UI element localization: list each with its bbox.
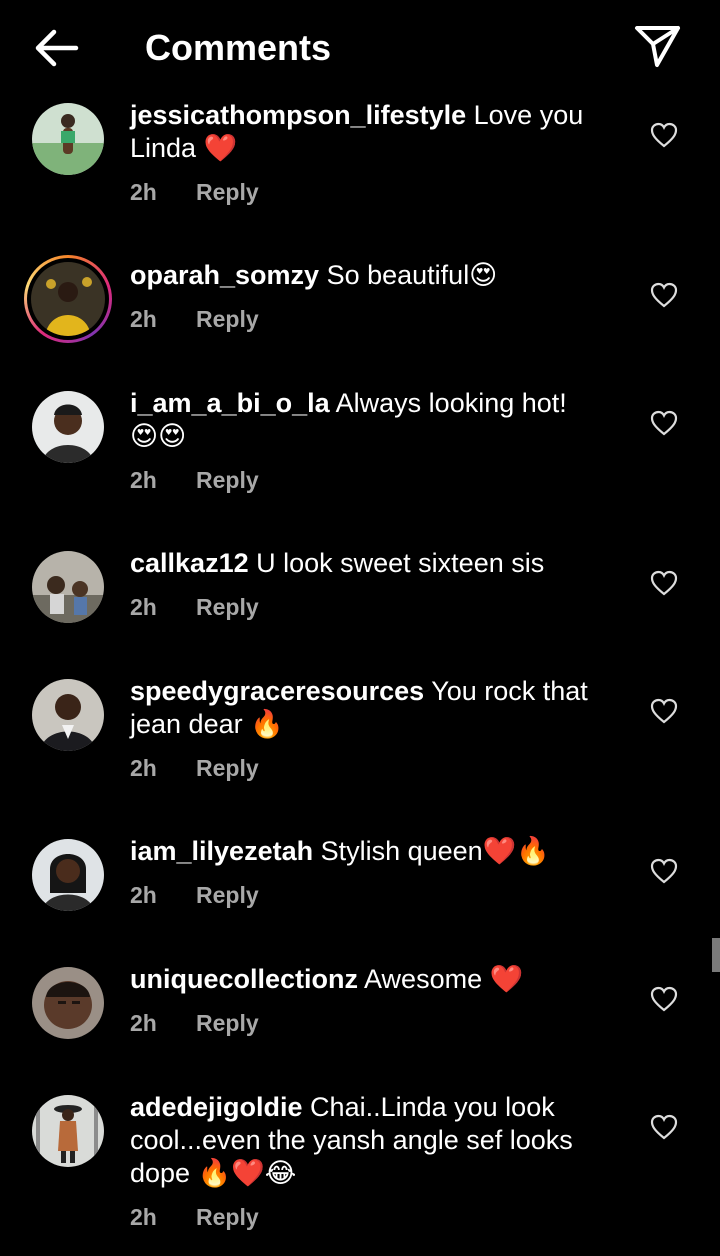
reply-button[interactable]: Reply [196, 755, 259, 781]
comment-time: 2h [130, 467, 157, 493]
comment-time: 2h [130, 755, 157, 781]
comment-text: iam_lilyezetah Stylish queen❤️🔥 [130, 835, 600, 868]
paper-plane-icon [635, 26, 680, 67]
comment-meta: 2h Reply [130, 880, 259, 910]
comment-meta: 2h Reply [130, 177, 259, 207]
reply-button[interactable]: Reply [196, 1010, 259, 1036]
comment-time: 2h [130, 882, 157, 908]
comment-meta: 2h Reply [130, 1202, 259, 1232]
comment-time: 2h [130, 594, 157, 620]
page-title: Comments [145, 27, 332, 68]
heart-icon[interactable] [650, 282, 678, 308]
avatar[interactable] [32, 679, 104, 751]
comment-body: Awesome ❤️ [358, 964, 524, 994]
comment-text: uniquecollectionz Awesome ❤️ [130, 963, 600, 996]
comment-meta: 2h Reply [130, 304, 259, 334]
scrollbar-thumb[interactable] [712, 938, 720, 972]
reply-button[interactable]: Reply [196, 306, 259, 332]
reply-button[interactable]: Reply [196, 882, 259, 908]
comment-text: callkaz12 U look sweet sixteen sis [130, 547, 600, 580]
comment-username[interactable]: adedejigoldie [130, 1092, 303, 1122]
heart-icon[interactable] [650, 410, 678, 436]
heart-icon[interactable] [650, 1114, 678, 1140]
avatar[interactable] [32, 839, 104, 911]
reply-button[interactable]: Reply [196, 594, 259, 620]
comment-username[interactable]: callkaz12 [130, 548, 249, 578]
comment-meta: 2h Reply [130, 465, 259, 495]
heart-icon[interactable] [650, 858, 678, 884]
comment-text: i_am_a_bi_o_la Always looking hot! 😍😍 [130, 387, 600, 453]
comment-text: adedejigoldie Chai..Linda you look cool.… [130, 1091, 600, 1190]
avatar [31, 262, 105, 336]
comment-meta: 2h Reply [130, 753, 259, 783]
reply-button[interactable]: Reply [196, 1204, 259, 1230]
comment-body: Stylish queen❤️🔥 [313, 836, 550, 866]
heart-icon[interactable] [650, 698, 678, 724]
comment-meta: 2h Reply [130, 1008, 259, 1038]
avatar-story-ring[interactable] [24, 255, 112, 343]
comment-username[interactable]: oparah_somzy [130, 260, 319, 290]
heart-icon[interactable] [650, 986, 678, 1012]
header: Comments [0, 0, 720, 96]
heart-icon[interactable] [650, 122, 678, 148]
comment-body: U look sweet sixteen sis [248, 548, 545, 578]
avatar[interactable] [32, 967, 104, 1039]
back-button[interactable] [30, 26, 82, 70]
comment-time: 2h [130, 1010, 157, 1036]
comment-username[interactable]: uniquecollectionz [130, 964, 358, 994]
heart-icon[interactable] [650, 570, 678, 596]
comment-time: 2h [130, 306, 157, 332]
comment-text: oparah_somzy So beautiful😍 [130, 259, 600, 292]
comment-time: 2h [130, 1204, 157, 1230]
reply-button[interactable]: Reply [196, 467, 259, 493]
comment-meta: 2h Reply [130, 592, 259, 622]
comment-text: speedygraceresources You rock that jean … [130, 675, 600, 741]
comment-username[interactable]: i_am_a_bi_o_la [130, 388, 330, 418]
comment-username[interactable]: jessicathompson_lifestyle [130, 100, 466, 130]
avatar[interactable] [32, 391, 104, 463]
comment-time: 2h [130, 179, 157, 205]
arrow-left-icon [35, 29, 79, 67]
comment-text: jessicathompson_lifestyle Love you Linda… [130, 99, 600, 165]
comment-body: So beautiful😍 [319, 260, 498, 290]
comment-username[interactable]: speedygraceresources [130, 676, 424, 706]
avatar[interactable] [32, 103, 104, 175]
avatar[interactable] [32, 1095, 104, 1167]
avatar[interactable] [32, 551, 104, 623]
comment-username[interactable]: iam_lilyezetah [130, 836, 313, 866]
reply-button[interactable]: Reply [196, 179, 259, 205]
share-button[interactable] [632, 22, 682, 70]
